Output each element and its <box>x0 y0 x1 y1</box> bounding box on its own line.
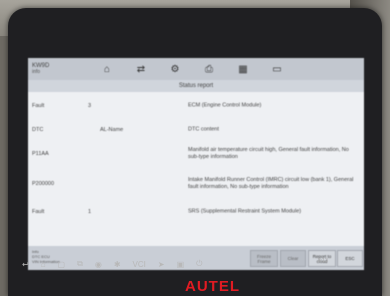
row-label: Fault <box>32 103 45 109</box>
row-description: SRS (Supplemental Restraint System Modul… <box>188 208 302 215</box>
screenshot-icon[interactable]: ⧉ <box>77 259 83 269</box>
status-time: 8:13 <box>318 258 328 264</box>
vehicle-swap-icon[interactable]: ⇄ <box>134 64 148 75</box>
brand-logo: AUTEL <box>185 278 240 295</box>
toolbar-icons: ⌂ ⇄ ⚙ ⎙ ▦ ▭ <box>100 64 284 75</box>
top-toolbar: KW9D info ⌂ ⇄ ⚙ ⎙ ▦ ▭ <box>28 58 364 80</box>
tablet-screen: KW9D info ⌂ ⇄ ⚙ ⎙ ▦ ▭ Status report Faul… <box>28 58 364 270</box>
table-row[interactable]: DTC AL-Name DTC content <box>28 120 364 141</box>
row-label: DTC <box>32 127 44 133</box>
row-label: P200000 <box>32 181 55 187</box>
display-icon[interactable]: ▣ <box>177 260 185 269</box>
row-value: AL-Name <box>100 127 124 133</box>
back-icon[interactable]: ↩ <box>22 260 29 269</box>
arrow-icon[interactable]: ➤ <box>158 260 165 269</box>
recent-apps-icon[interactable]: ▢ <box>58 260 66 269</box>
print-icon[interactable]: ⎙ <box>202 64 216 75</box>
android-nav-bar: ↩ ⌂ ▢ ⧉ ◉ ✱ VCI ➤ ▣ ⏻ <box>22 256 362 272</box>
power-icon[interactable]: ⏻ <box>196 259 202 269</box>
home-icon[interactable]: ⌂ <box>41 260 46 269</box>
row-label: P11AA <box>32 151 49 157</box>
save-icon[interactable]: ▭ <box>270 64 284 75</box>
row-count: 1 <box>88 209 92 215</box>
row-description: ECM (Engine Control Module) <box>188 102 262 109</box>
page-title: Status report <box>28 80 364 92</box>
table-row[interactable]: P11AA Manifold air temperature circuit h… <box>28 140 364 169</box>
table-row[interactable]: Fault 1 SRS (Supplemental Restraint Syst… <box>28 200 364 225</box>
vehicle-info: KW9D info <box>28 63 92 75</box>
settings-icon[interactable]: ⚙ <box>168 64 182 75</box>
table-row[interactable]: P200000 Intake Manifold Runner Control (… <box>28 168 364 201</box>
bluetooth-icon[interactable]: ✱ <box>114 260 121 269</box>
camera-icon[interactable]: ◉ <box>95 260 102 269</box>
row-description: Manifold air temperature circuit high, G… <box>188 147 349 160</box>
home-icon[interactable]: ⌂ <box>100 64 114 75</box>
grid-icon[interactable]: ▦ <box>236 64 250 75</box>
row-label: Fault <box>32 209 45 215</box>
table-row[interactable] <box>28 224 364 247</box>
table-row[interactable]: Fault 3 ECM (Engine Control Module) <box>28 92 364 121</box>
vehicle-info-sub: info <box>32 69 41 75</box>
vci-label[interactable]: VCI <box>133 260 146 269</box>
row-description: DTC content <box>188 126 219 133</box>
row-description: Intake Manifold Runner Control (IMRC) ci… <box>188 177 354 190</box>
row-count: 3 <box>88 103 92 109</box>
